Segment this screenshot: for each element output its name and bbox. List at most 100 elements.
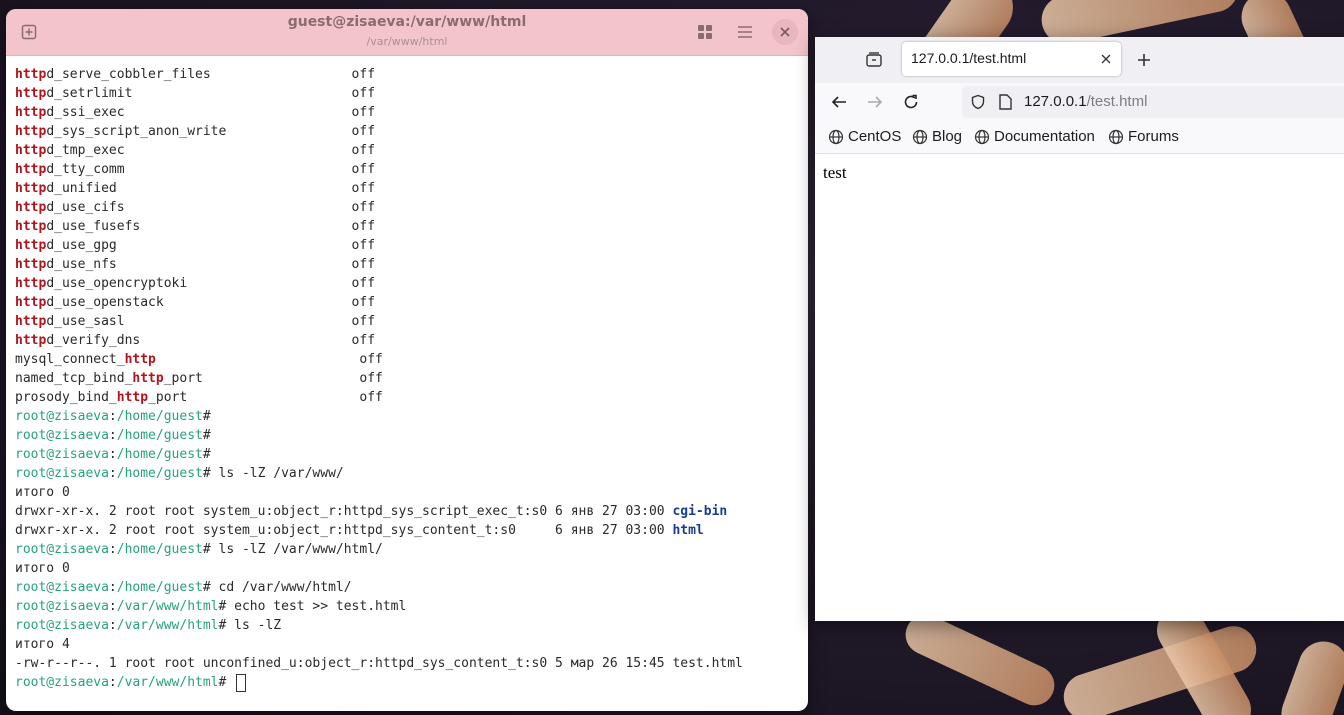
directory-name: html	[672, 523, 704, 538]
terminal-window[interactable]: guest@zisaeva:/var/www/html /var/www/htm…	[6, 9, 808, 711]
terminal-line: httpd_setrlimit off	[15, 84, 808, 103]
output-text: # ls -lZ	[218, 618, 282, 633]
terminal-line: root@zisaeva:/home/guest#	[15, 445, 808, 464]
tab-label: 127.0.0.1/test.html	[911, 50, 1027, 66]
highlighted-text: http	[15, 105, 47, 120]
highlighted-text: http	[15, 124, 47, 139]
highlighted-text: http	[15, 67, 47, 82]
prompt-text: /home/guest	[116, 447, 203, 462]
grid-icon	[698, 25, 712, 39]
output-text: _port off	[148, 390, 383, 405]
terminal-line: httpd_unified off	[15, 179, 808, 198]
shield-icon[interactable]	[970, 94, 986, 110]
prompt-text: root@zisaeva	[15, 409, 109, 424]
reload-icon	[904, 94, 918, 109]
tab-list-button[interactable]	[863, 49, 885, 71]
bookmark-label: CentOS	[848, 128, 902, 145]
terminal-line: drwxr-xr-x. 2 root root system_u:object_…	[15, 521, 808, 540]
terminal-line: httpd_tty_comm off	[15, 160, 808, 179]
terminal-line: root@zisaeva:/home/guest# ls -lZ /var/ww…	[15, 464, 808, 483]
output-text: d_tty_comm off	[46, 162, 376, 177]
terminal-line: httpd_use_sasl off	[15, 312, 808, 331]
output-text: :	[108, 428, 117, 443]
prompt-text: /home/guest	[116, 466, 203, 481]
page-content: test	[815, 154, 1344, 621]
terminal-line: итого 0	[15, 559, 808, 578]
output-text: :	[108, 466, 117, 481]
output-text: prosody_bind_	[15, 390, 117, 405]
page-icon[interactable]	[998, 94, 1012, 110]
prompt-text: /home/guest	[116, 428, 203, 443]
url-bar[interactable]: 127.0.0.1/test.html	[962, 86, 1344, 118]
bookmarks-toolbar: CentOS Blog Documentation Forums	[815, 121, 1344, 154]
highlighted-text: http	[132, 371, 164, 386]
terminal-line: httpd_ssi_exec off	[15, 103, 808, 122]
terminal-line: prosody_bind_http_port off	[15, 388, 808, 407]
output-text: #	[202, 428, 211, 443]
globe-icon	[974, 129, 990, 144]
output-text: d_sys_script_anon_write off	[46, 124, 376, 139]
bookmark-documentation[interactable]: Documentation	[974, 128, 1095, 145]
output-text: d_tmp_exec off	[46, 143, 376, 158]
output-text: d_use_opencryptoki off	[46, 276, 376, 291]
back-button[interactable]	[828, 91, 850, 113]
output-text: -rw-r--r--. 1 root root unconfined_u:obj…	[15, 656, 743, 671]
prompt-text: /var/www/html	[116, 675, 219, 690]
output-text: # ls -lZ /var/www/	[202, 466, 344, 481]
highlighted-text: http	[15, 276, 47, 291]
highlighted-text: http	[15, 295, 47, 310]
tab-active[interactable]: 127.0.0.1/test.html	[902, 42, 1121, 76]
overview-button[interactable]	[692, 19, 718, 45]
bookmark-blog[interactable]: Blog	[912, 128, 962, 145]
close-window-button[interactable]	[772, 19, 798, 45]
highlighted-text: http	[15, 333, 47, 348]
plus-icon	[1138, 54, 1150, 66]
prompt-text: /home/guest	[116, 580, 203, 595]
forward-button[interactable]	[864, 91, 886, 113]
terminal-line: root@zisaeva:/home/guest#	[15, 426, 808, 445]
prompt-text: root@zisaeva	[15, 447, 109, 462]
output-text: :	[108, 409, 117, 424]
terminal-line: root@zisaeva:/home/guest#	[15, 407, 808, 426]
forward-arrow-icon	[868, 96, 883, 108]
terminal-line: httpd_use_opencryptoki off	[15, 274, 808, 293]
url-host: 127.0.0.1	[1024, 93, 1087, 110]
bookmark-forums[interactable]: Forums	[1108, 128, 1179, 145]
output-text: :	[108, 580, 117, 595]
tab-bar: 127.0.0.1/test.html	[815, 37, 1344, 83]
terminal-line: httpd_tmp_exec off	[15, 141, 808, 160]
output-text: :	[108, 618, 117, 633]
highlighted-text: http	[15, 257, 47, 272]
terminal-line: drwxr-xr-x. 2 root root system_u:object_…	[15, 502, 808, 521]
highlighted-text: http	[15, 238, 47, 253]
terminal-output[interactable]: httpd_serve_cobbler_files off httpd_setrl…	[15, 65, 808, 711]
reload-button[interactable]	[900, 91, 922, 113]
output-text: drwxr-xr-x. 2 root root system_u:object_…	[15, 523, 673, 538]
browser-window[interactable]: 127.0.0.1/test.html 127.0.0.1/test.html …	[815, 37, 1344, 621]
output-text: d_use_nfs off	[46, 257, 376, 272]
highlighted-text: http	[15, 143, 47, 158]
terminal-line: итого 0	[15, 483, 808, 502]
output-text: #	[218, 675, 235, 690]
new-tab-button[interactable]	[1133, 49, 1155, 71]
menu-button[interactable]	[732, 19, 758, 45]
bookmark-label: Forums	[1128, 128, 1179, 145]
terminal-line: mysql_connect_http off	[15, 350, 808, 369]
bookmark-centos[interactable]: CentOS	[828, 128, 901, 145]
terminal-line: httpd_verify_dns off	[15, 331, 808, 350]
output-text: drwxr-xr-x. 2 root root system_u:object_…	[15, 504, 673, 519]
highlighted-text: http	[15, 219, 47, 234]
output-text: off	[155, 352, 383, 367]
directory-name: cgi-bin	[672, 504, 728, 519]
prompt-text: root@zisaeva	[15, 466, 109, 481]
tab-close-button[interactable]	[1097, 50, 1115, 68]
globe-icon	[828, 129, 844, 144]
terminal-subtitle: /var/www/html	[366, 35, 448, 48]
terminal-line: root@zisaeva:/var/www/html#	[15, 673, 808, 692]
url-text[interactable]: 127.0.0.1/test.html	[1024, 93, 1147, 110]
output-text: итого 0	[15, 485, 70, 500]
url-path: /test.html	[1086, 93, 1148, 110]
output-text: d_setrlimit off	[46, 86, 376, 101]
prompt-text: root@zisaeva	[15, 599, 109, 614]
terminal-line: -rw-r--r--. 1 root root unconfined_u:obj…	[15, 654, 808, 673]
